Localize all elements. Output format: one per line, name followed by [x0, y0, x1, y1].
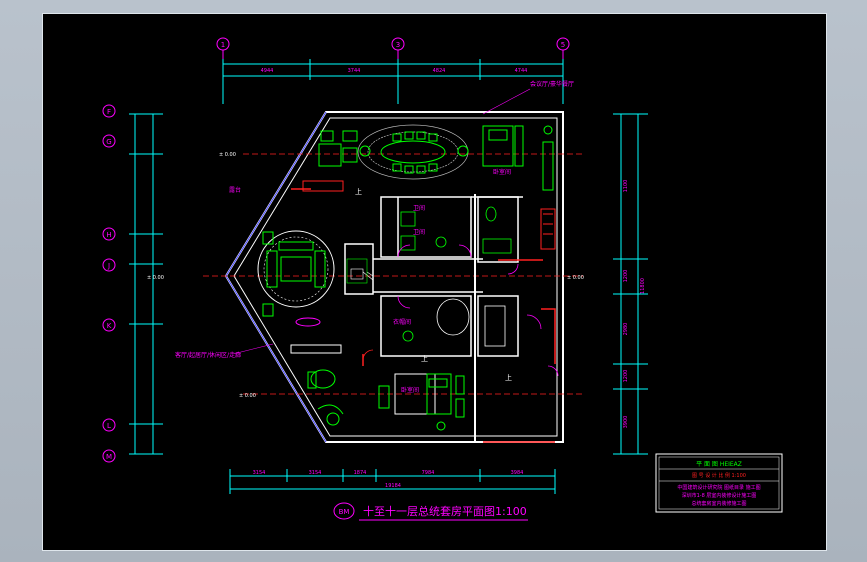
label-bath-2: 卫间 [413, 228, 425, 236]
dim-bottom-total: 19184 [385, 483, 401, 489]
bottom-dimension-chain [229, 469, 556, 494]
drawing-title: 十至十一层总统套房平面图 [363, 504, 495, 518]
svg-text:J: J [107, 262, 110, 270]
svg-text:3: 3 [396, 41, 400, 49]
grid-bubble-M: M [102, 449, 116, 463]
dim-bottom-5: 3984 [511, 470, 524, 476]
dim-bottom-1: 3154 [253, 470, 266, 476]
legend-row-2: 中国建筑设计研究院 图纸目录 施工图 [677, 484, 760, 491]
grid-bubble-1: 1 [216, 37, 230, 51]
wall-hatch [346, 258, 374, 284]
legend-row-1: 图 号 设 计 比 例 1:100 [692, 472, 746, 479]
drawing-scale: 1:100 [495, 505, 527, 518]
level-mark-2: ± 0.00 [147, 275, 164, 281]
dim-top-2: 3744 [348, 68, 361, 74]
legend-row-4: 总统套房室内装修施工图 [691, 500, 746, 507]
grid-bubble-G: G [102, 134, 116, 148]
grid-bubble-L: L [102, 418, 116, 432]
label-bedroom: 卧室间 [401, 386, 419, 394]
level-mark-4: ± 0.00 [567, 275, 584, 281]
drawing-frame: 1 3 5 4944 3744 4824 4744 F G H J K L M … [42, 13, 827, 551]
dim-top-4: 4744 [515, 68, 528, 74]
bathroom-fixtures [400, 206, 512, 347]
grid-bubble-F: F [102, 104, 116, 118]
dim-top-1: 4944 [261, 68, 274, 74]
dim-right-total: 11800 [640, 278, 646, 294]
svg-text:F: F [107, 108, 111, 116]
grid-bubble-3: 3 [391, 37, 405, 51]
dim-right-2: 1200 [623, 270, 629, 283]
label-master-bedroom: 卧室间 [493, 168, 511, 176]
level-mark-1: ± 0.00 [219, 152, 236, 158]
dim-top-3: 4824 [433, 68, 446, 74]
top-dimension-chain [222, 50, 564, 104]
grid-bubble-K: K [102, 318, 116, 332]
dim-bottom-3: 1874 [354, 470, 367, 476]
svg-text:H: H [106, 231, 111, 239]
svg-text:L: L [107, 422, 111, 430]
dim-right-5: 3900 [623, 416, 629, 429]
dim-right-1: 1100 [623, 180, 629, 193]
svg-text:M: M [106, 453, 112, 461]
label-terrace: 露台 [229, 186, 241, 194]
drawing-title-block: BM 十至十一层总统套房平面图 1:100 [333, 502, 528, 521]
interior-walls [344, 194, 523, 442]
dim-right-4: 1200 [623, 370, 629, 383]
label-up-3: 上 [505, 373, 512, 382]
label-up-1: 上 [355, 187, 362, 196]
svg-text:G: G [106, 138, 111, 146]
legend-row-3: 深圳市1-8 层室内装修设计施工图 [682, 492, 757, 499]
label-dressing: 衣帽间 [393, 318, 411, 326]
drawing-title-tag: BM [339, 508, 350, 516]
axis-lines [203, 153, 583, 395]
svg-text:K: K [107, 322, 112, 330]
lounge-bottom-left [290, 344, 344, 426]
grid-bubble-5: 5 [556, 37, 570, 51]
dim-bottom-2: 3154 [309, 470, 322, 476]
dining-table [357, 124, 469, 180]
level-mark-3: ± 0.00 [239, 393, 256, 399]
dim-bottom-4: 7984 [422, 470, 435, 476]
label-dining-note: 会议厅/豪华餐厅 [530, 80, 574, 88]
legend-box: 平 面 图 HEIEAZ 图 号 设 计 比 例 1:100 中国建筑设计研究院… [655, 453, 783, 513]
label-up-2: 上 [421, 354, 428, 363]
svg-text:1: 1 [221, 41, 225, 49]
label-bath-1: 卫间 [413, 204, 425, 212]
svg-text:5: 5 [561, 41, 565, 49]
floor-plan: 1 3 5 4944 3744 4824 4744 F G H J K L M … [102, 37, 783, 521]
grid-bubble-H: H [102, 227, 116, 241]
left-dimension-chain [129, 113, 163, 455]
red-partitions [291, 188, 556, 443]
living-room [257, 230, 335, 327]
master-suite-top-right [482, 125, 556, 250]
sitting-area-top-left [302, 130, 358, 192]
dim-right-3: 2980 [623, 323, 629, 336]
legend-header: 平 面 图 HEIEAZ [696, 461, 742, 468]
bedroom-lower [378, 373, 465, 431]
label-living-note: 客厅/起居厅/休闲区/走廊 [175, 351, 241, 359]
grid-bubble-J: J [102, 258, 116, 272]
